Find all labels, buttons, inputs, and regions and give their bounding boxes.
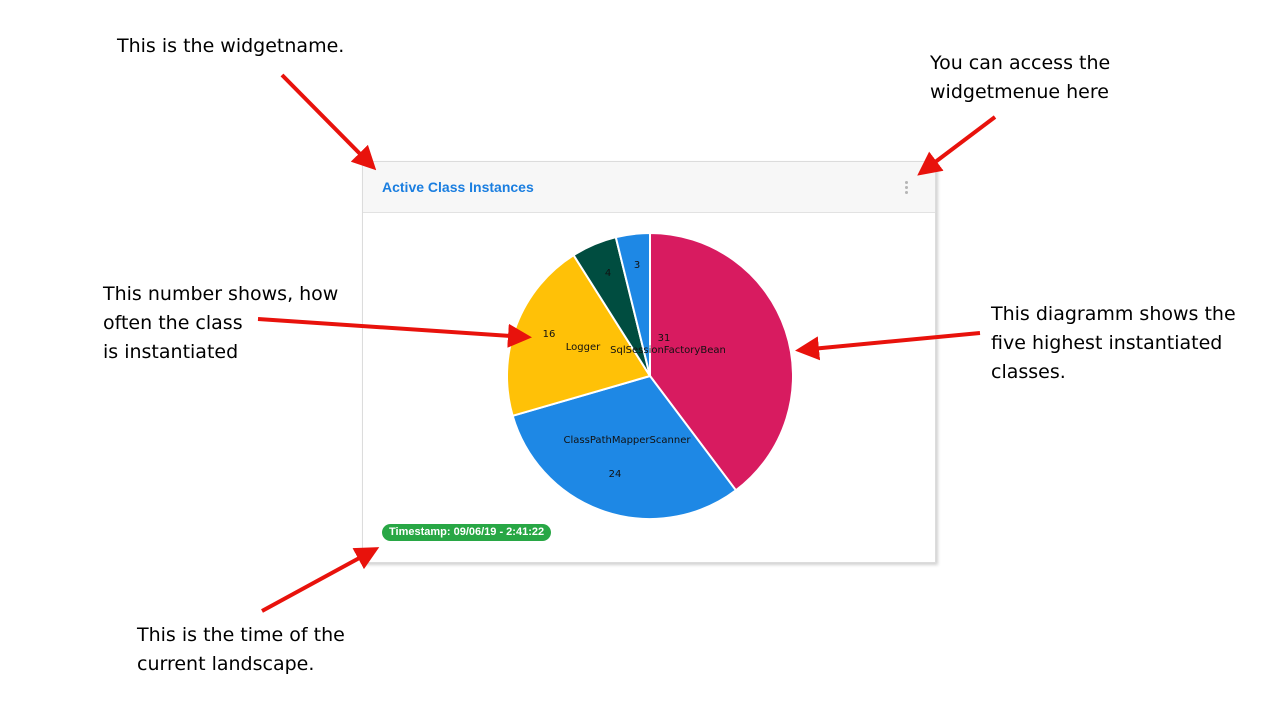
arrow-to-widgetname	[280, 73, 377, 171]
annotation-timestamp: This is the time of the current landscap…	[137, 624, 345, 675]
annotation-diagram: This diagramm shows the five highest ins…	[991, 303, 1236, 383]
timestamp-badge: Timestamp: 09/06/19 - 2:41:22	[382, 524, 552, 541]
slice-value-label: 24	[609, 469, 622, 480]
slice-value-label: 16	[543, 329, 556, 340]
annotation-widget-menu: You can access the widgetmenue here	[930, 52, 1111, 103]
slice-value-label: 31	[658, 333, 671, 344]
widget-header: Active Class Instances	[363, 162, 935, 213]
arrow-to-timestamp	[261, 547, 380, 613]
slice-name-label: SqlSessionFactoryBean	[610, 345, 726, 356]
kebab-dot	[905, 186, 908, 189]
kebab-dot	[905, 181, 908, 184]
kebab-menu-icon[interactable]	[899, 178, 915, 198]
widget-title: Active Class Instances	[382, 179, 534, 195]
active-class-instances-widget: Active Class Instances 31 SqlSessionFacto…	[362, 161, 936, 563]
slice-value-label: 4	[605, 268, 611, 279]
pie-chart: 31SqlSessionFactoryBean 24 ClassPathMapper…	[506, 231, 794, 520]
annotation-instance-count: This number shows, how often the class i…	[103, 283, 339, 363]
slice-name-label: Logger	[566, 342, 601, 353]
tutorial-slide: This is the widgetname. You can access t…	[0, 0, 1280, 720]
slice-value-label: 3	[634, 260, 640, 271]
annotation-widgetname: This is the widgetname.	[117, 35, 345, 57]
kebab-dot	[905, 191, 908, 194]
slice-name-label: ClassPathMapperScanner	[564, 435, 692, 446]
